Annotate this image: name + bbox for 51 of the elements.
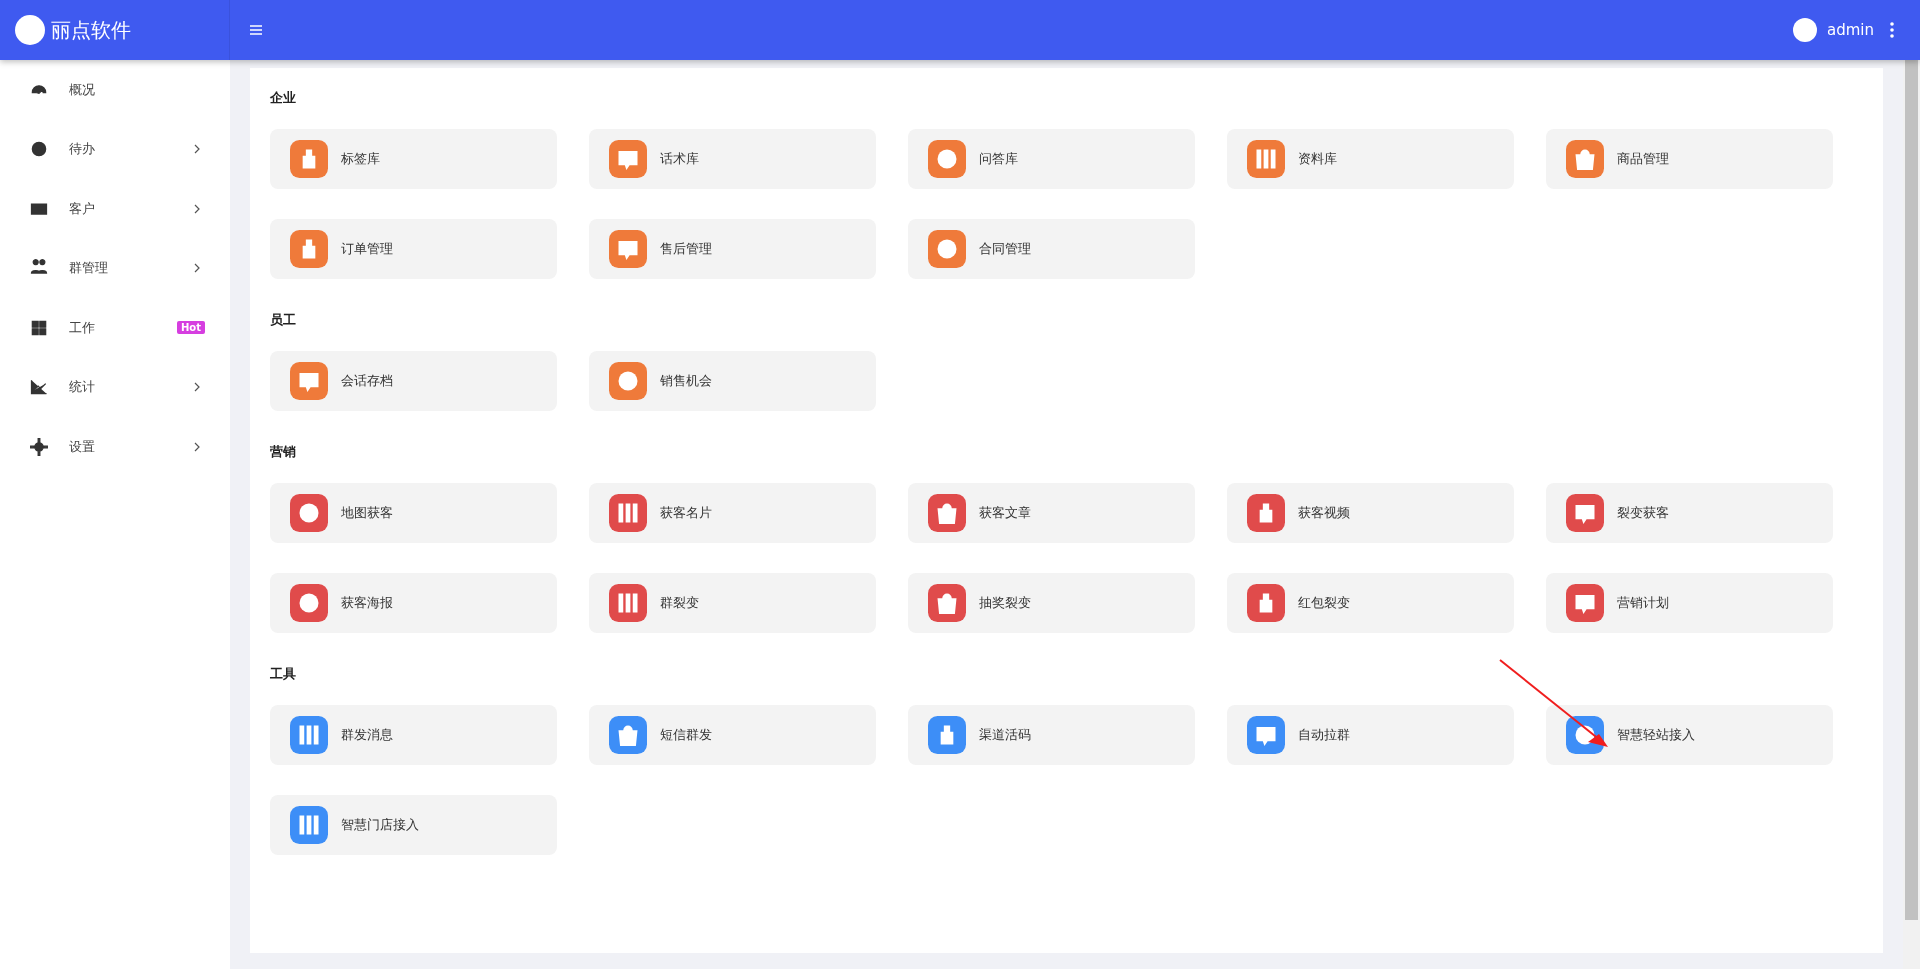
chevron-icon [194,263,200,274]
app-tile[interactable]: 短信群发 [589,705,876,765]
app-tile[interactable]: 订单管理 [270,219,557,279]
avatar-icon[interactable] [1793,18,1817,42]
section-title: 工具 [270,665,297,683]
app-tile[interactable]: 售后管理 [589,219,876,279]
app-tile[interactable]: 裂变获客 [1546,483,1833,543]
app-tile[interactable]: 标签库 [270,129,557,189]
sidebar-item[interactable]: 概况 [0,60,230,120]
app-tile[interactable]: 问答库 [908,129,1195,189]
section-title: 员工 [270,311,297,329]
sidebar-icon [29,436,49,457]
brand-name: 丽点软件 [51,16,131,44]
app-tile[interactable]: 智慧门店接入 [270,795,557,855]
app-tile[interactable]: 自动拉群 [1227,705,1514,765]
app-tile[interactable]: 红包裂变 [1227,573,1514,633]
app-tile[interactable]: 抽奖裂变 [908,573,1195,633]
chevron-icon [194,203,200,214]
app-tile[interactable]: 销售机会 [589,351,876,411]
app-tile[interactable]: 智慧轻站接入 [1546,705,1833,765]
section-title: 企业 [270,89,297,107]
menu-icon[interactable] [250,25,262,35]
logo-icon [15,15,45,45]
app-tile[interactable]: 营销计划 [1546,573,1833,633]
app-tile[interactable]: 地图获客 [270,483,557,543]
sidebar-item[interactable]: 待办 [0,119,230,179]
more-icon[interactable] [1890,22,1894,38]
app-tile[interactable]: 获客视频 [1227,483,1514,543]
app-tile[interactable]: 获客名片 [589,483,876,543]
app-tile[interactable]: 合同管理 [908,219,1195,279]
app-tile[interactable]: 渠道活码 [908,705,1195,765]
app-tile[interactable]: 获客文章 [908,483,1195,543]
chevron-icon [194,144,200,155]
sidebar-item[interactable]: 客户 [0,179,230,239]
sidebar-item[interactable]: 群管理 [0,238,230,298]
chevron-icon [194,441,200,452]
chevron-icon [194,382,200,393]
user-name[interactable]: admin [1827,21,1874,39]
hot-badge: Hot [176,321,205,335]
sidebar-item[interactable]: 设置 [0,417,230,477]
app-tile[interactable]: 群发消息 [270,705,557,765]
app-tile[interactable]: 商品管理 [1546,129,1833,189]
app-tile[interactable]: 资料库 [1227,129,1514,189]
app-tile[interactable]: 群裂变 [589,573,876,633]
app-tile[interactable]: 话术库 [589,129,876,189]
scrollbar[interactable] [1903,60,1920,969]
sidebar-item[interactable]: 工作 Hot [0,298,230,358]
app-tile[interactable]: 获客海报 [270,573,557,633]
section-title: 营销 [270,443,297,461]
sidebar-item[interactable]: 统计 [0,357,230,417]
app-tile[interactable]: 会话存档 [270,351,557,411]
